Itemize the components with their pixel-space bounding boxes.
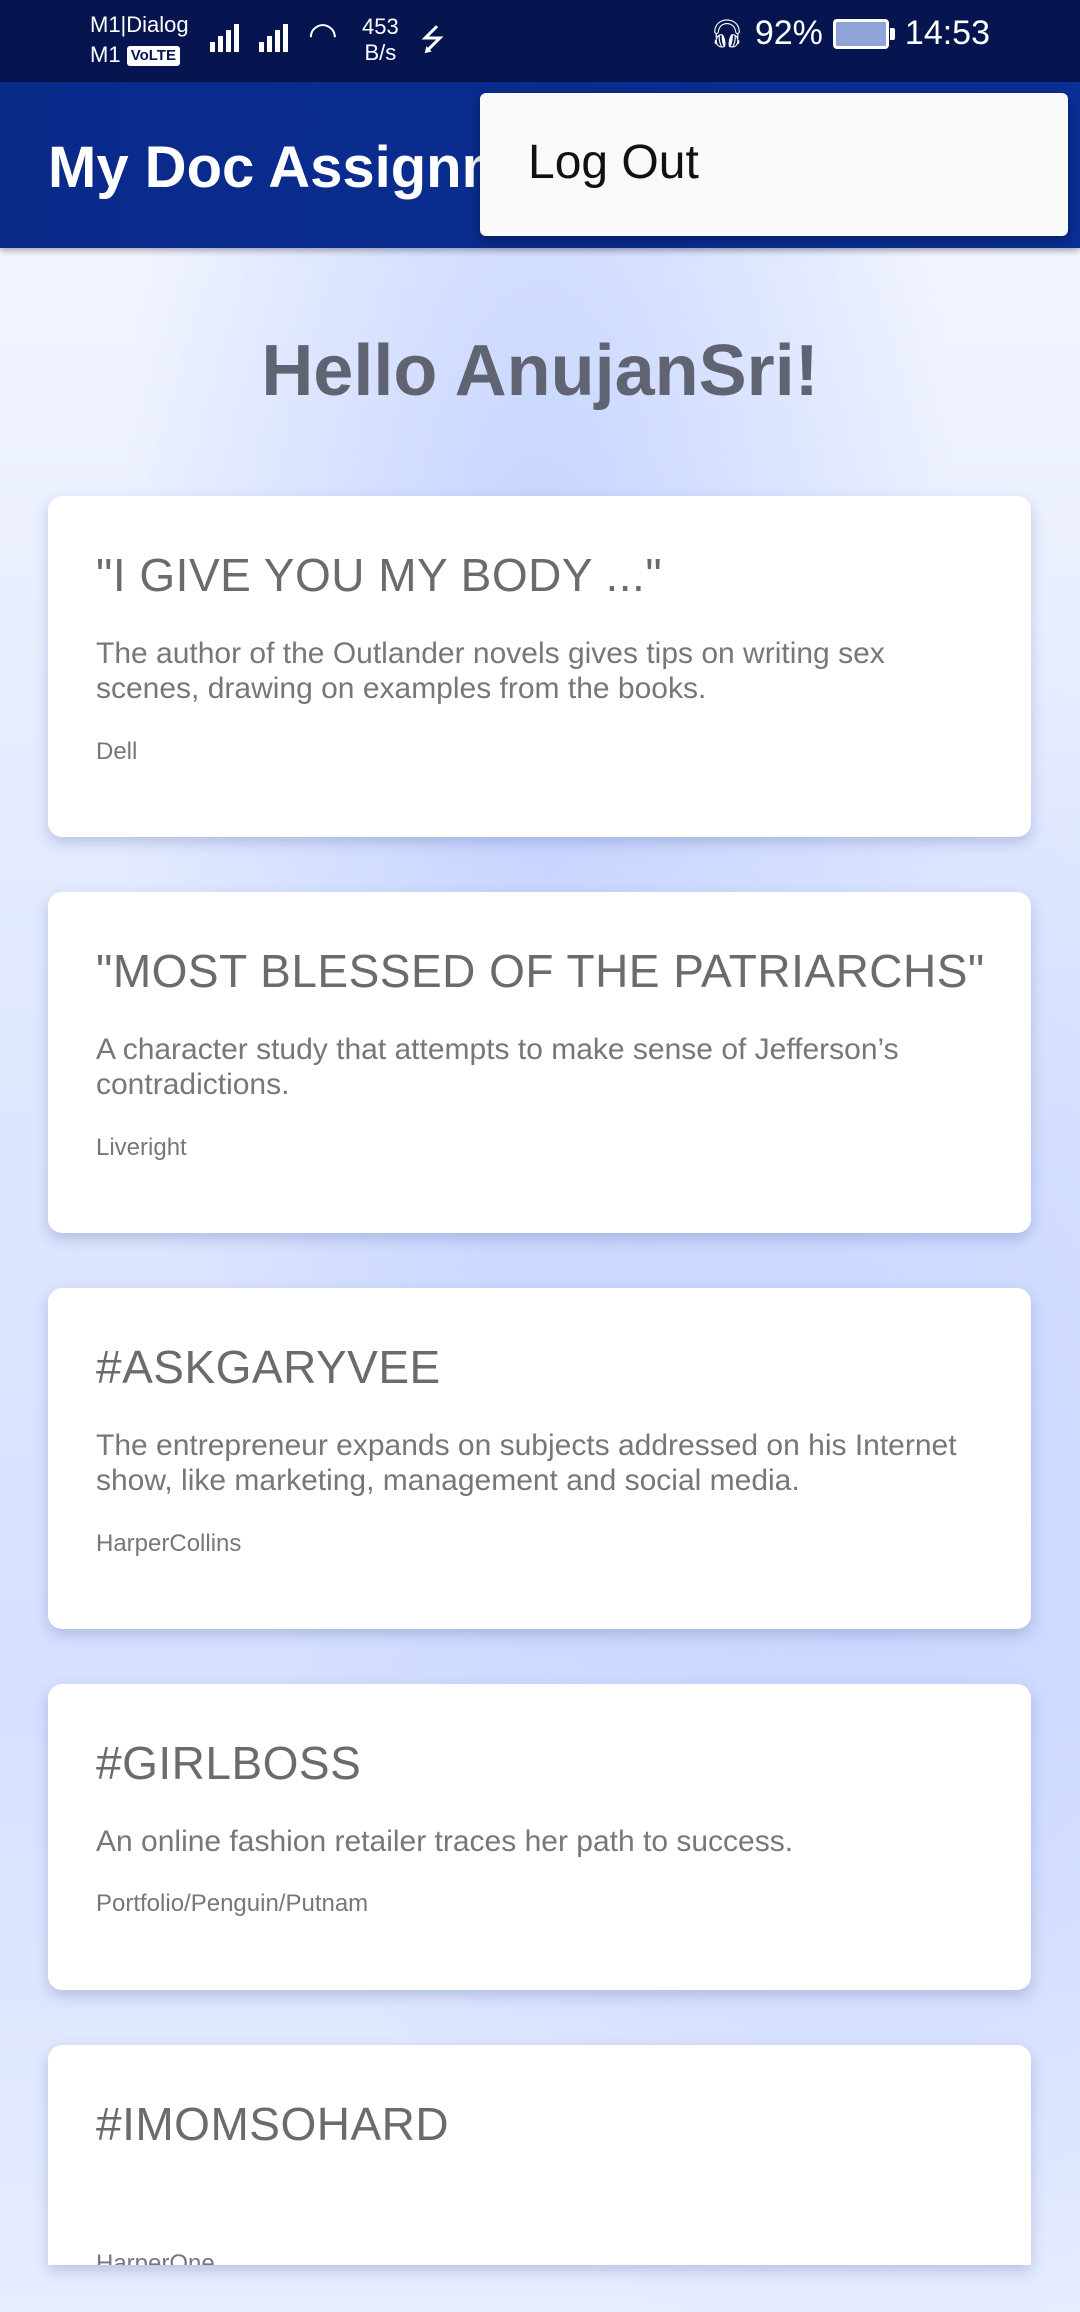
network-speed: 453 B/s xyxy=(362,14,399,66)
greeting-heading: Hello AnujanSri! xyxy=(261,331,819,411)
status-bar: M1|Dialog M1 VoLTE ◠ 453 B/s ⭍ 🎧︎ 92% 14… xyxy=(0,0,1080,82)
logout-menu-item[interactable]: Log Out xyxy=(528,135,699,190)
book-title: #IMOMSOHARD xyxy=(96,2098,450,2150)
carrier-line1: M1|Dialog xyxy=(90,12,189,37)
book-title: #GIRLBOSS xyxy=(96,1737,362,1789)
book-card[interactable]: #IMOMSOHARD HarperOne xyxy=(48,2045,1031,2265)
book-title: "I GIVE YOU MY BODY ..." xyxy=(96,549,663,601)
book-title: #ASKGARYVEE xyxy=(96,1341,441,1393)
book-description: The entrepreneur expands on subjects add… xyxy=(96,1429,957,1497)
signal-strength-icon xyxy=(259,18,288,52)
book-publisher: Liveright xyxy=(96,1134,187,1161)
book-card[interactable]: "I GIVE YOU MY BODY ..." The author of t… xyxy=(48,496,1031,837)
headphones-icon: 🎧︎ xyxy=(709,18,745,49)
usb-icon: ⭍ xyxy=(420,24,445,57)
battery-percent: 92% xyxy=(754,14,823,52)
book-description: A character study that attempts to make … xyxy=(96,1033,899,1101)
signal-strength-icon xyxy=(210,18,239,52)
book-publisher: HarperOne xyxy=(96,2250,215,2265)
book-publisher: Dell xyxy=(96,738,138,765)
speed-value: 453 xyxy=(362,14,399,39)
carrier-info: M1|Dialog M1 VoLTE xyxy=(90,10,189,70)
carrier-name: M1 xyxy=(90,42,121,67)
volte-badge: VoLTE xyxy=(126,46,180,67)
wifi-icon: ◠ xyxy=(308,16,338,54)
book-card[interactable]: #ASKGARYVEE The entrepreneur expands on … xyxy=(48,1288,1031,1629)
status-right: 🎧︎ 92% 14:53 xyxy=(709,14,990,53)
overflow-menu: Log Out xyxy=(480,93,1068,236)
book-publisher: Portfolio/Penguin/Putnam xyxy=(96,1890,369,1917)
book-title: "MOST BLESSED OF THE PATRIARCHS" xyxy=(96,945,985,997)
carrier-line2: M1 VoLTE xyxy=(90,40,189,70)
book-description: The author of the Outlander novels gives… xyxy=(96,637,885,705)
book-publisher: HarperCollins xyxy=(96,1530,242,1557)
clock: 14:53 xyxy=(904,14,990,52)
signal-icons: ◠ xyxy=(210,18,338,52)
speed-unit: B/s xyxy=(364,40,397,65)
book-card[interactable]: "MOST BLESSED OF THE PATRIARCHS" A chara… xyxy=(48,892,1031,1233)
book-card[interactable]: #GIRLBOSS An online fashion retailer tra… xyxy=(48,1684,1031,1990)
battery-icon xyxy=(832,18,895,49)
book-description: An online fashion retailer traces her pa… xyxy=(96,1825,794,1858)
